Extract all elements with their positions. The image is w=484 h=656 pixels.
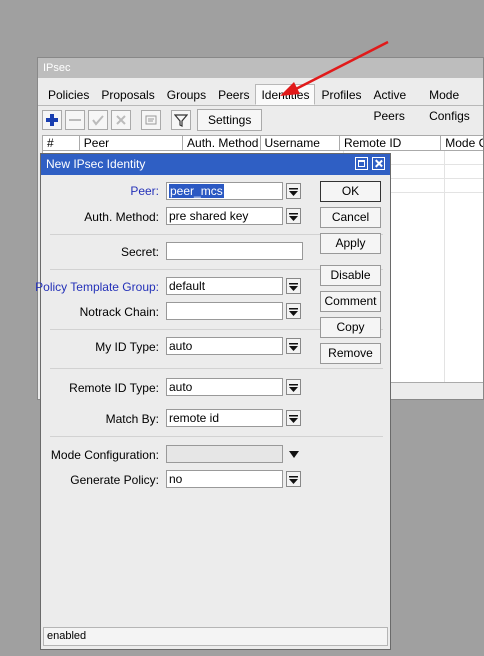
- settings-button[interactable]: Settings: [197, 109, 263, 131]
- notrack-chain-dropdown[interactable]: [286, 303, 301, 319]
- mode-configuration-dropdown[interactable]: [287, 447, 301, 461]
- generate-policy-select[interactable]: no: [166, 470, 283, 488]
- policy-template-group-select[interactable]: default: [166, 277, 283, 295]
- policy-template-group-dropdown[interactable]: [286, 278, 301, 294]
- filter-icon: [174, 114, 188, 127]
- peer-select[interactable]: peer_mcs: [166, 182, 283, 200]
- auth-method-select[interactable]: pre shared key: [166, 207, 283, 225]
- disable-button[interactable]: [111, 110, 131, 130]
- copy-button[interactable]: Copy: [320, 317, 381, 338]
- annotation-arrow: [280, 40, 389, 96]
- separator: [50, 368, 383, 369]
- peer-label: Peer:: [130, 184, 159, 198]
- mode-configuration-select[interactable]: [166, 445, 283, 463]
- secret-input[interactable]: [166, 242, 303, 260]
- generate-policy-dropdown[interactable]: [286, 471, 301, 487]
- match-by-select[interactable]: remote id: [166, 409, 283, 427]
- tab-mode-configs[interactable]: Mode Configs: [423, 84, 483, 123]
- check-icon: [92, 115, 104, 126]
- notrack-chain-label: Notrack Chain:: [79, 305, 159, 319]
- add-button[interactable]: [42, 110, 62, 130]
- auth-method-label: Auth. Method:: [84, 210, 159, 224]
- dropdown-arrow-icon: [289, 383, 298, 392]
- auth-method-dropdown[interactable]: [286, 208, 301, 224]
- new-identity-dialog: New IPsec Identity Peer: peer_mcs Auth. …: [35, 153, 391, 650]
- disable-button[interactable]: Disable: [320, 265, 381, 286]
- generate-policy-label: Generate Policy:: [70, 473, 159, 487]
- cancel-button[interactable]: Cancel: [320, 207, 381, 228]
- note-icon: [145, 115, 157, 125]
- mode-configuration-label: Mode Configuration:: [50, 448, 159, 462]
- secret-label: Secret:: [120, 245, 159, 259]
- remove-button[interactable]: Remove: [320, 343, 381, 364]
- my-id-type-select[interactable]: auto: [166, 337, 283, 355]
- column-header[interactable]: #: [43, 136, 80, 150]
- dropdown-arrow-icon: [289, 307, 298, 316]
- column-header[interactable]: Peer: [80, 136, 184, 150]
- restore-icon[interactable]: [355, 157, 368, 170]
- dropdown-arrow-icon: [289, 212, 298, 221]
- policy-template-group-label: Policy Template Group:: [35, 280, 159, 294]
- match-by-label: Match By:: [105, 412, 159, 426]
- column-header[interactable]: Mode Co: [441, 136, 483, 150]
- tab-proposals[interactable]: Proposals: [95, 84, 160, 105]
- my-id-type-label: My ID Type:: [95, 340, 159, 354]
- comment-button[interactable]: [141, 110, 161, 130]
- plus-icon: [46, 114, 58, 126]
- match-by-dropdown[interactable]: [286, 410, 301, 426]
- dialog-title: New IPsec Identity: [41, 154, 390, 175]
- dialog-title-text: New IPsec Identity: [46, 157, 146, 171]
- column-header[interactable]: Remote ID: [340, 136, 442, 150]
- enable-button[interactable]: [88, 110, 108, 130]
- dropdown-arrow-icon: [289, 414, 298, 423]
- window-title: IPsec: [38, 58, 483, 78]
- remote-id-type-select[interactable]: auto: [166, 378, 283, 396]
- grid-line: [444, 151, 445, 382]
- dropdown-arrow-icon: [289, 187, 298, 196]
- notrack-chain-select[interactable]: [166, 302, 283, 320]
- peer-dropdown[interactable]: [286, 183, 301, 199]
- column-header[interactable]: Auth. Method: [183, 136, 261, 150]
- remote-id-type-dropdown[interactable]: [286, 379, 301, 395]
- toolbar: Settings: [42, 109, 263, 131]
- chevron-down-icon: [289, 450, 299, 458]
- peer-value: peer_mcs: [169, 184, 224, 198]
- dropdown-arrow-icon: [289, 342, 298, 351]
- minus-icon: [69, 119, 81, 121]
- remote-id-type-label: Remote ID Type:: [69, 381, 159, 395]
- tab-peers[interactable]: Peers: [212, 84, 255, 105]
- separator: [50, 436, 383, 437]
- apply-button[interactable]: Apply: [320, 233, 381, 254]
- close-icon[interactable]: [372, 157, 385, 170]
- tab-policies[interactable]: Policies: [42, 84, 95, 105]
- dropdown-arrow-icon: [289, 282, 298, 291]
- status-bar: enabled: [43, 627, 388, 646]
- column-header[interactable]: Username: [261, 136, 340, 150]
- table-header: # Peer Auth. Method Username Remote ID M…: [42, 135, 483, 151]
- tab-groups[interactable]: Groups: [161, 84, 212, 105]
- ok-button[interactable]: OK: [320, 181, 381, 202]
- x-icon: [116, 115, 126, 125]
- my-id-type-dropdown[interactable]: [286, 338, 301, 354]
- dropdown-arrow-icon: [289, 475, 298, 484]
- tab-bar: Policies Proposals Groups Peers Identiti…: [42, 84, 483, 123]
- remove-button[interactable]: [65, 110, 85, 130]
- comment-button[interactable]: Comment: [320, 291, 381, 312]
- filter-button[interactable]: [171, 110, 191, 130]
